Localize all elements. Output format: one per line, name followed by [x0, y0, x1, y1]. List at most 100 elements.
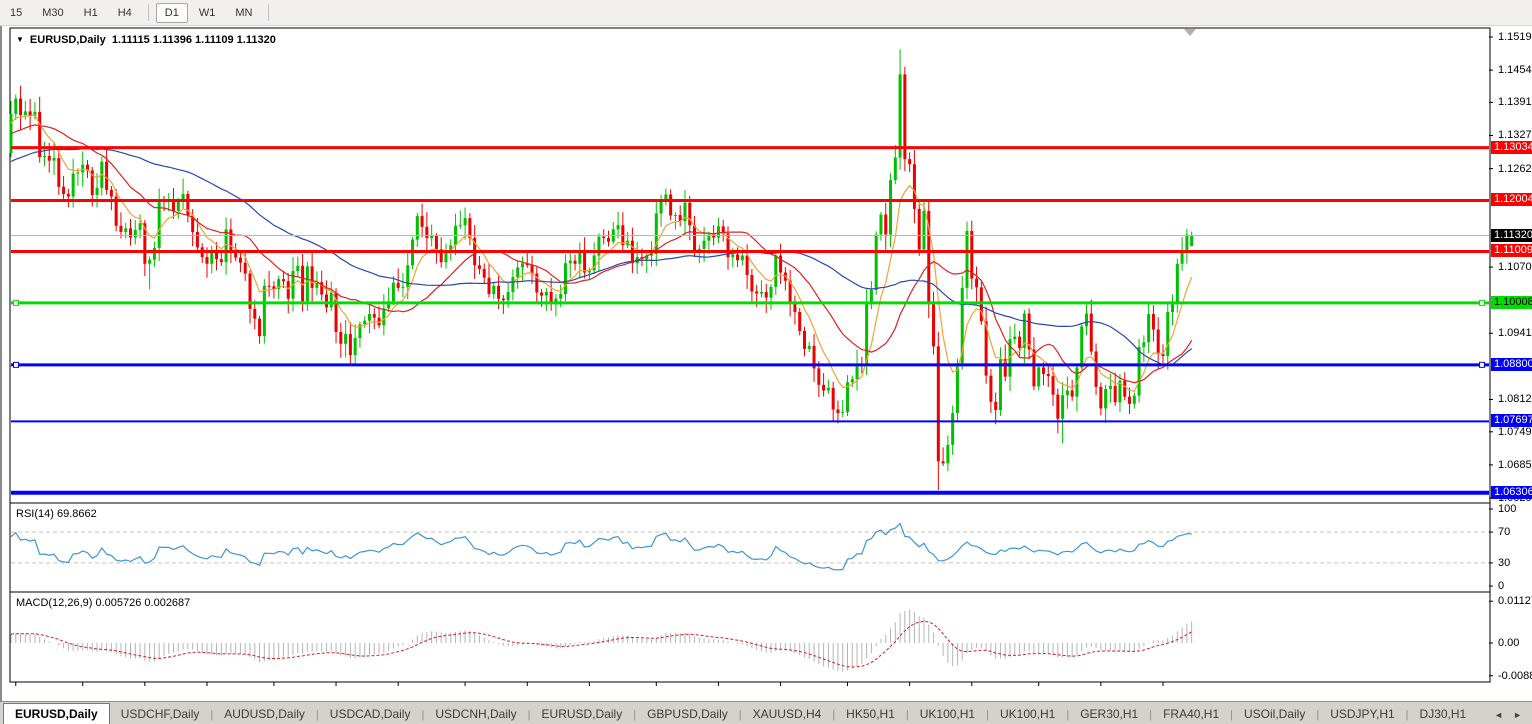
candle-body: [827, 388, 830, 391]
tab-scroll-right-icon[interactable]: ►: [1513, 710, 1522, 720]
line-handle[interactable]: [1480, 362, 1485, 367]
candle-body: [14, 99, 17, 114]
candle-body: [186, 194, 189, 216]
candle-body: [1171, 304, 1174, 312]
candle-body: [1142, 342, 1145, 347]
line-handle[interactable]: [14, 362, 19, 367]
tab-scroll-left-icon[interactable]: ◄: [1494, 710, 1503, 720]
chart-tab-audusd-daily[interactable]: AUDUSD,Daily: [213, 704, 316, 724]
timeframe-button-d1[interactable]: D1: [156, 3, 188, 23]
chart-tab-dj30-h1[interactable]: DJ30,H1: [1409, 704, 1478, 724]
chart-tab-eurusd-daily[interactable]: EURUSD,Daily: [531, 704, 634, 724]
candle-body: [574, 261, 577, 264]
candle-body: [755, 291, 758, 293]
chart-tab-uk100-h1[interactable]: UK100,H1: [989, 704, 1066, 724]
candle-body: [1190, 236, 1193, 247]
timeframe-button-w1[interactable]: W1: [190, 3, 225, 23]
candle-body: [196, 232, 199, 247]
chart-dropdown-icon[interactable]: ▼: [16, 35, 24, 44]
candle-body: [617, 225, 620, 229]
timeframe-button-15[interactable]: 15: [1, 3, 31, 23]
price-axis-label: 1.09415: [1498, 327, 1532, 339]
candle-body: [975, 279, 978, 288]
candle-body: [760, 292, 763, 294]
candle-body: [803, 331, 806, 349]
candle-body: [158, 199, 161, 248]
timeframe-button-m30[interactable]: M30: [33, 3, 72, 23]
candle-body: [205, 257, 208, 264]
candle-body: [688, 203, 691, 226]
candle-body: [397, 283, 400, 288]
candle-body: [550, 292, 553, 303]
candle-body: [421, 216, 424, 227]
chart-tab-usoil-daily[interactable]: USOil,Daily: [1233, 704, 1316, 724]
candle-body: [1052, 376, 1055, 394]
candle-body: [669, 194, 672, 215]
candle-body: [607, 238, 610, 242]
chart-tab-usdchf-daily[interactable]: USDCHF,Daily: [110, 704, 211, 724]
timeframe-button-h4[interactable]: H4: [109, 3, 141, 23]
candle-body: [836, 409, 839, 413]
candle-body: [330, 292, 333, 307]
price-level-tag: 1.10008: [1491, 296, 1532, 309]
candle-body: [1185, 235, 1188, 252]
candle-body: [1152, 314, 1155, 329]
candle-body: [1061, 395, 1064, 419]
chart-tab-hk50-h1[interactable]: HK50,H1: [835, 704, 906, 724]
price-level-tag: 1.11009: [1491, 244, 1532, 257]
chart-tab-xauusd-h4[interactable]: XAUUSD,H4: [742, 704, 833, 724]
timeframe-button-mn[interactable]: MN: [226, 3, 261, 23]
candle-body: [808, 346, 811, 349]
candle-body: [1138, 347, 1141, 396]
candle-body: [951, 413, 954, 445]
chart-tab-usdjpy-h1[interactable]: USDJPY,H1: [1319, 704, 1405, 724]
macd-axis-label: 0.011277: [1498, 595, 1532, 607]
macd-axis-label: -0.008845: [1498, 670, 1532, 682]
candle-body: [851, 379, 854, 382]
candle-body: [741, 256, 744, 261]
chart-tab-fra40-h1[interactable]: FRA40,H1: [1152, 704, 1230, 724]
candle-body: [258, 319, 261, 336]
candle-body: [832, 388, 835, 410]
macd-panel-frame: [10, 592, 1490, 682]
candle-body: [1157, 329, 1160, 354]
price-level-tag: 1.07697: [1491, 414, 1532, 427]
candle-body: [1181, 251, 1184, 263]
candle-body: [215, 252, 218, 259]
chart-tab-gbpusd-daily[interactable]: GBPUSD,Daily: [636, 704, 739, 724]
chart-tab-ger30-h1[interactable]: GER30,H1: [1069, 704, 1149, 724]
candle-body: [918, 209, 921, 250]
price-axis-label: 1.12625: [1498, 163, 1532, 175]
chart-window[interactable]: ▼EURUSD,Daily 1.11115 1.11396 1.11109 1.…: [0, 26, 1532, 701]
candle-body: [793, 303, 796, 312]
price-axis-label: 1.13915: [1498, 96, 1532, 108]
candle-body: [124, 228, 127, 232]
chart-tab-usdcnh-daily[interactable]: USDCNH,Daily: [424, 704, 527, 724]
candle-body: [884, 215, 887, 235]
tab-scroll-controls: ◄►: [1484, 710, 1532, 724]
chart-tab-eurusd-daily[interactable]: EURUSD,Daily: [3, 703, 110, 724]
candle-body: [62, 187, 65, 194]
candle-body: [19, 99, 22, 115]
candle-body: [750, 275, 753, 291]
bar-marker-icon: [1184, 29, 1196, 36]
chart-tab-usdcad-daily[interactable]: USDCAD,Daily: [319, 704, 422, 724]
candle-body: [1090, 314, 1093, 352]
candle-body: [363, 321, 366, 325]
chart-canvas[interactable]: [2, 26, 1532, 701]
candle-body: [774, 256, 777, 287]
timeframe-button-h1[interactable]: H1: [75, 3, 107, 23]
candle-body: [908, 159, 911, 164]
candle-body: [817, 368, 820, 384]
candle-body: [1133, 396, 1136, 404]
candle-body: [153, 248, 156, 260]
price-level-tag: 1.13034: [1491, 141, 1532, 154]
rsi-axis-label: 0: [1498, 580, 1504, 592]
candle-body: [989, 376, 992, 402]
candle-body: [497, 286, 500, 299]
line-handle[interactable]: [14, 300, 19, 305]
chart-tab-uk100-h1[interactable]: UK100,H1: [909, 704, 986, 724]
line-handle[interactable]: [1480, 300, 1485, 305]
candle-body: [870, 290, 873, 303]
candle-body: [53, 158, 56, 161]
